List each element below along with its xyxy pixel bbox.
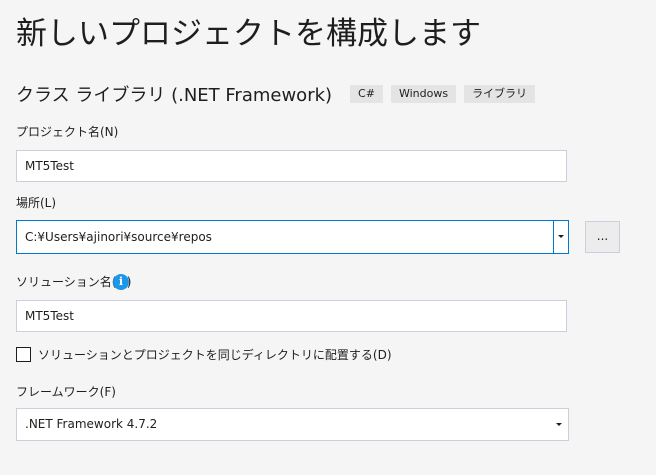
browse-button[interactable]: ...: [585, 221, 620, 253]
location-label: 場所(L): [16, 196, 57, 210]
project-name-label: プロジェクト名(N): [16, 125, 119, 139]
template-name: クラス ライブラリ (.NET Framework): [16, 85, 333, 106]
info-icon[interactable]: i: [113, 274, 129, 290]
framework-label: フレームワーク(F): [16, 385, 116, 399]
chevron-down-icon: [558, 235, 564, 238]
tag-platform: Windows: [390, 85, 457, 103]
tag-project-type: ライブラリ: [464, 85, 536, 103]
location-combobox[interactable]: C:¥Users¥ajinori¥source¥repos: [16, 220, 569, 254]
framework-select[interactable]: .NET Framework 4.7.2: [16, 408, 569, 441]
solution-name-input[interactable]: MT5Test: [16, 300, 567, 332]
location-dropdown-button[interactable]: [553, 221, 568, 253]
configure-project-dialog: 新しいプロジェクトを構成します クラス ライブラリ (.NET Framewor…: [0, 0, 656, 475]
location-input[interactable]: C:¥Users¥ajinori¥source¥repos: [25, 221, 212, 253]
chevron-down-icon: [556, 423, 562, 426]
same-directory-label[interactable]: ソリューションとプロジェクトを同じディレクトリに配置する(D): [38, 346, 392, 363]
same-directory-option[interactable]: ソリューションとプロジェクトを同じディレクトリに配置する(D): [16, 345, 392, 363]
tag-language: C#: [350, 85, 383, 103]
same-directory-checkbox[interactable]: [16, 346, 31, 362]
page-title: 新しいプロジェクトを構成します: [16, 16, 481, 52]
framework-selected-value: .NET Framework 4.7.2: [25, 417, 158, 431]
template-info: クラス ライブラリ (.NET Framework) C# Windows ライ…: [16, 82, 543, 106]
project-name-input[interactable]: MT5Test: [16, 150, 567, 182]
